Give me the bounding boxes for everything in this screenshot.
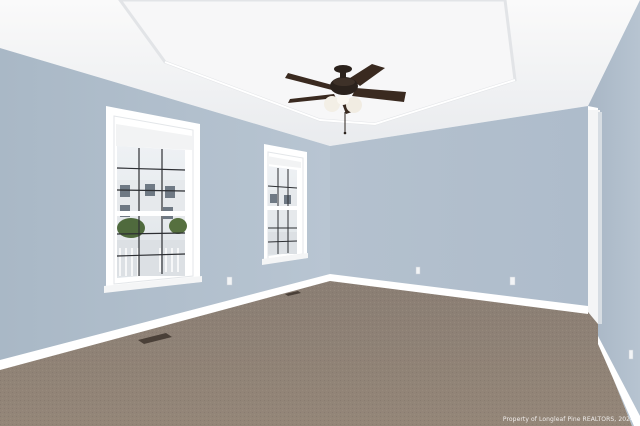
outlet-back-wall-2 [509, 276, 516, 286]
photo-watermark: Property of Longleaf Pine REALTORS, 2024 [502, 416, 634, 423]
outlet-back-wall-1 [415, 266, 421, 275]
door-frame-shadow [598, 112, 602, 324]
window-center [262, 144, 308, 265]
room-photo [0, 0, 640, 426]
outlet-left-wall [226, 276, 233, 286]
outlet-right-wall [628, 349, 634, 360]
fan-light [337, 95, 349, 105]
window-left [104, 106, 202, 293]
